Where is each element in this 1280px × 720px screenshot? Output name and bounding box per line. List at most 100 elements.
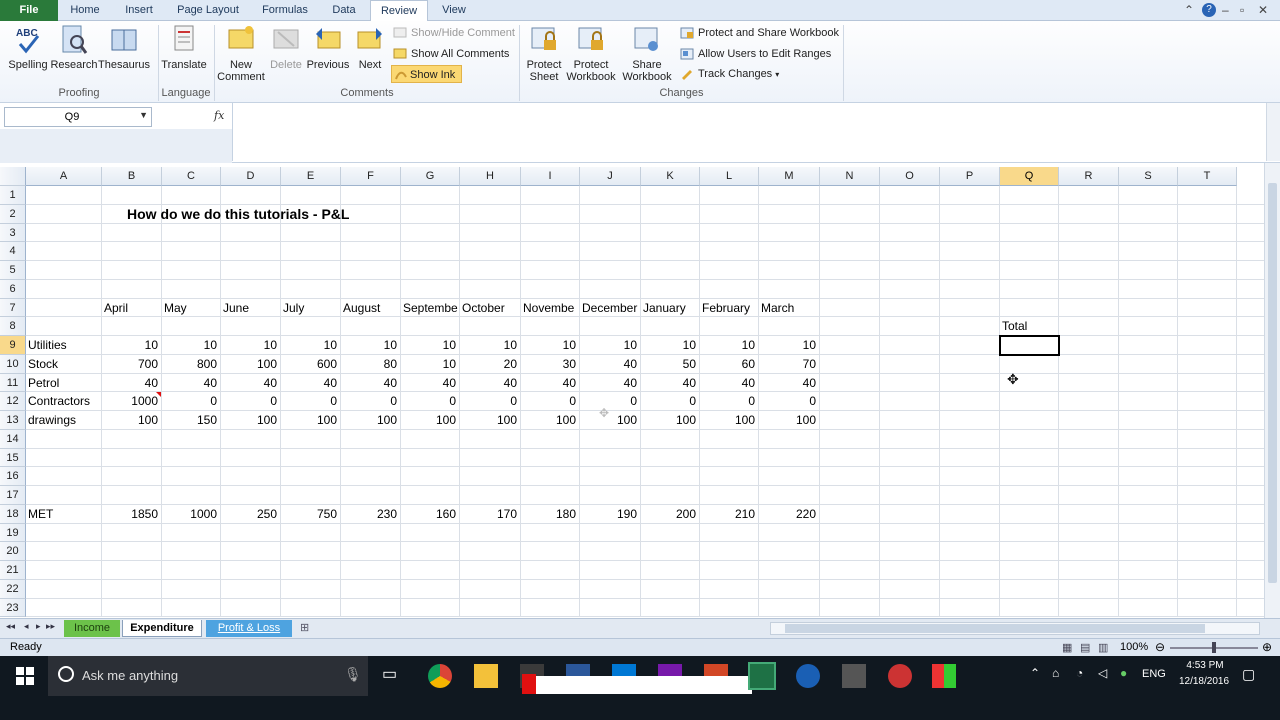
data-cell[interactable]: 100: [343, 411, 397, 429]
row-header-9[interactable]: 9: [0, 336, 26, 355]
met-label[interactable]: MET: [28, 505, 98, 523]
insert-function-icon[interactable]: fx: [214, 109, 224, 122]
clock-date[interactable]: 12/18/2016: [1174, 676, 1234, 687]
data-cell[interactable]: 10: [523, 336, 576, 354]
data-cell[interactable]: 100: [702, 411, 755, 429]
column-header-c[interactable]: C: [162, 167, 221, 186]
next-comment-button[interactable]: Next: [344, 24, 396, 71]
vertical-scrollbar[interactable]: [1264, 163, 1280, 618]
sheet-tab-expenditure[interactable]: Expenditure: [122, 620, 202, 637]
month-header[interactable]: December: [582, 299, 637, 317]
file-explorer-icon[interactable]: [474, 664, 498, 688]
data-cell[interactable]: 0: [523, 392, 576, 410]
month-header[interactable]: January: [643, 299, 696, 317]
data-cell[interactable]: 0: [582, 392, 637, 410]
track-changes-button[interactable]: Track Changes ▾: [680, 65, 779, 83]
month-header[interactable]: February: [702, 299, 755, 317]
data-cell[interactable]: 100: [283, 411, 337, 429]
row-header-1[interactable]: 1: [0, 186, 26, 205]
data-cell[interactable]: 800: [164, 355, 217, 373]
show-hide-comment-button[interactable]: Show/Hide Comment: [393, 24, 515, 42]
tab-insert[interactable]: Insert: [116, 0, 162, 21]
minimize-ribbon-icon[interactable]: ⌃: [1184, 3, 1194, 17]
data-cell[interactable]: 100: [643, 411, 696, 429]
data-cell[interactable]: 40: [164, 374, 217, 392]
row-header-5[interactable]: 5: [0, 261, 26, 280]
data-cell[interactable]: 40: [343, 374, 397, 392]
met-value[interactable]: 160: [403, 505, 456, 523]
row-header-17[interactable]: 17: [0, 486, 26, 505]
page-layout-view-icon[interactable]: ▤: [1080, 641, 1090, 654]
tab-formulas[interactable]: Formulas: [256, 0, 314, 21]
microphone-icon[interactable]: 🎙: [344, 666, 362, 683]
tray-chevron-icon[interactable]: ⌃: [1030, 666, 1040, 680]
name-box-dropdown-icon[interactable]: ▼: [139, 110, 148, 120]
task-view-icon[interactable]: ▭: [382, 664, 406, 688]
met-value[interactable]: 190: [582, 505, 637, 523]
row-header-21[interactable]: 21: [0, 561, 26, 580]
data-cell[interactable]: 40: [104, 374, 158, 392]
zoom-in-icon[interactable]: ⊕: [1262, 640, 1272, 654]
column-header-m[interactable]: M: [759, 167, 820, 186]
data-cell[interactable]: 100: [104, 411, 158, 429]
next-sheet-icon[interactable]: ▸: [36, 621, 41, 632]
data-cell[interactable]: 100: [223, 355, 277, 373]
data-cell[interactable]: 80: [343, 355, 397, 373]
name-box[interactable]: Q9 ▼: [4, 107, 152, 127]
formula-bar-scrollbar[interactable]: [1266, 103, 1280, 161]
share-workbook-button[interactable]: Share Workbook: [621, 24, 673, 83]
row-header-8[interactable]: 8: [0, 317, 26, 336]
browser-icon[interactable]: [796, 664, 820, 688]
page-break-view-icon[interactable]: ▥: [1098, 641, 1108, 654]
data-cell[interactable]: 40: [643, 374, 696, 392]
row-header-23[interactable]: 23: [0, 598, 26, 617]
month-header[interactable]: March: [761, 299, 816, 317]
met-value[interactable]: 1850: [104, 505, 158, 523]
action-center-icon[interactable]: ▢: [1242, 666, 1255, 683]
column-header-g[interactable]: G: [401, 167, 460, 186]
normal-view-icon[interactable]: ▦: [1062, 641, 1072, 654]
insert-sheet-icon[interactable]: ⊞: [300, 621, 309, 634]
protect-workbook-button[interactable]: Protect Workbook: [565, 24, 617, 83]
data-cell[interactable]: 10: [164, 336, 217, 354]
row-header-10[interactable]: 10: [0, 354, 26, 374]
row-label[interactable]: Petrol: [28, 374, 98, 392]
cortana-search-box[interactable]: Ask me anything 🎙: [48, 656, 368, 696]
thesaurus-button[interactable]: Thesaurus: [98, 24, 150, 71]
month-header[interactable]: June: [223, 299, 277, 317]
row-header-22[interactable]: 22: [0, 579, 26, 599]
column-header-d[interactable]: D: [221, 167, 281, 186]
column-header-t[interactable]: T: [1178, 167, 1237, 186]
tab-page-layout[interactable]: Page Layout: [172, 0, 244, 21]
row-header-14[interactable]: 14: [0, 429, 26, 449]
data-cell[interactable]: 10: [104, 336, 158, 354]
tab-home[interactable]: Home: [62, 0, 108, 21]
met-value[interactable]: 230: [343, 505, 397, 523]
data-cell[interactable]: 0: [343, 392, 397, 410]
protect-sheet-button[interactable]: Protect Sheet: [518, 24, 570, 83]
formula-input[interactable]: [232, 103, 1266, 161]
month-header[interactable]: July: [283, 299, 337, 317]
data-cell[interactable]: 10: [761, 336, 816, 354]
month-header[interactable]: April: [104, 299, 158, 317]
data-cell[interactable]: 0: [462, 392, 517, 410]
row-label[interactable]: Stock: [28, 355, 98, 373]
zoom-slider[interactable]: [1170, 642, 1258, 653]
horizontal-scroll-thumb[interactable]: [785, 624, 1205, 633]
window-restore-icon[interactable]: ▫: [1240, 3, 1244, 17]
tray-network-drive-icon[interactable]: ⌂: [1052, 666, 1059, 680]
data-cell[interactable]: 50: [643, 355, 696, 373]
month-header[interactable]: Septembe: [403, 299, 458, 317]
data-cell[interactable]: 700: [104, 355, 158, 373]
row-header-11[interactable]: 11: [0, 373, 26, 393]
data-cell[interactable]: 0: [223, 392, 277, 410]
tab-data[interactable]: Data: [324, 0, 364, 21]
language-indicator[interactable]: ENG: [1142, 668, 1166, 680]
select-all-corner[interactable]: [0, 167, 26, 186]
row-header-15[interactable]: 15: [0, 448, 26, 468]
met-value[interactable]: 220: [761, 505, 816, 523]
data-cell[interactable]: 10: [702, 336, 755, 354]
data-cell[interactable]: 40: [582, 374, 637, 392]
research-button[interactable]: Research: [48, 24, 100, 71]
data-cell[interactable]: 100: [761, 411, 816, 429]
